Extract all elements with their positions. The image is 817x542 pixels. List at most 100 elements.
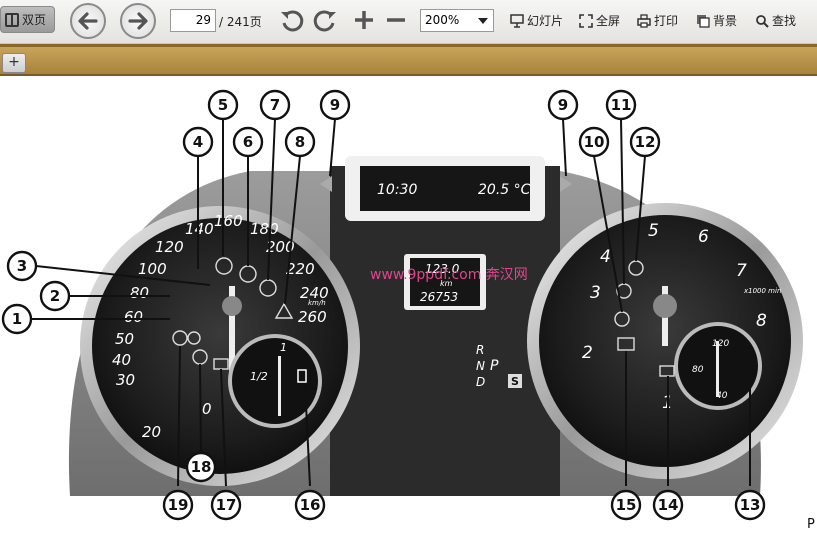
slideshow-label: 幻灯片	[527, 14, 564, 28]
callout: 13	[734, 489, 766, 521]
speed-label: 220	[286, 260, 315, 278]
tachometer: 1 2 3 4 5 6 7 8 x1000 min 120 80 40	[527, 203, 803, 479]
speed-label: 260	[298, 308, 327, 326]
zoom-value: 200%	[425, 13, 460, 27]
callout: 17	[210, 489, 242, 521]
svg-text:9: 9	[330, 96, 340, 114]
speedometer: 20 0 30 40 50 60 80 100 120 140 160 180 …	[80, 206, 360, 486]
speed-label: 80	[130, 284, 149, 302]
gear-p: P	[490, 358, 499, 374]
slideshow-icon	[510, 13, 524, 28]
callout: 3	[6, 250, 38, 282]
temp-label: 120	[712, 339, 729, 349]
document-page: 20 0 30 40 50 60 80 100 120 140 160 180 …	[0, 76, 817, 542]
rpm-label: 6	[698, 227, 709, 247]
rpm-label: 4	[600, 247, 611, 267]
speed-label: 60	[124, 308, 143, 326]
print-button[interactable]: 打印	[637, 12, 678, 29]
svg-text:13: 13	[740, 496, 761, 514]
callout: 9	[319, 89, 351, 121]
page-number-input[interactable]: 29	[170, 9, 216, 32]
speed-label: 30	[116, 371, 135, 389]
zoom-in-button[interactable]	[350, 6, 378, 34]
rpm-label: 3	[590, 283, 601, 303]
svg-text:14: 14	[658, 496, 679, 514]
rotate-right-button[interactable]	[311, 6, 339, 34]
find-button[interactable]: 查找	[755, 12, 796, 29]
toolbar: 双页 29 / 241页 200% 幻灯片 全屏 打印 背景 查找	[0, 0, 817, 44]
instrument-cluster-figure: 20 0 30 40 50 60 80 100 120 140 160 180 …	[1, 89, 815, 532]
callout: 9	[547, 89, 579, 121]
double-page-label: 双页	[22, 13, 47, 27]
callout: 19	[162, 489, 194, 521]
tab-bar: +	[0, 44, 817, 76]
rpm-label: 7	[736, 261, 747, 281]
rpm-unit: x1000 min	[743, 287, 781, 295]
zoom-out-button[interactable]	[382, 6, 410, 34]
callout: 14	[652, 489, 684, 521]
minus-icon	[387, 18, 405, 22]
svg-text:9: 9	[558, 96, 568, 114]
chevron-down-icon	[478, 18, 488, 24]
callout: 1	[1, 303, 33, 335]
svg-text:17: 17	[216, 496, 237, 514]
speed-label: 100	[138, 260, 167, 278]
arrow-left-icon	[78, 12, 98, 30]
temp-label: 80	[692, 365, 704, 375]
rpm-label: 5	[648, 221, 659, 241]
zoom-select[interactable]: 200%	[420, 9, 494, 32]
search-icon	[756, 14, 769, 28]
callout: 12	[629, 126, 661, 158]
pdf-viewer: 双页 29 / 241页 200% 幻灯片 全屏 打印 背景 查找 + 20 0…	[0, 0, 817, 542]
svg-text:6: 6	[243, 133, 253, 151]
svg-text:7: 7	[270, 96, 280, 114]
page-total: / 241页	[219, 15, 262, 29]
fuel-label: 1	[280, 341, 287, 354]
watermark: www.9ppdf.com 奔汉网	[370, 267, 528, 283]
callout: 7	[259, 89, 291, 121]
svg-text:19: 19	[168, 496, 189, 514]
gear-mode: S	[511, 375, 519, 388]
arrow-right-icon	[128, 12, 148, 30]
needle-hub	[653, 294, 677, 318]
background-button[interactable]: 背景	[696, 12, 737, 29]
svg-text:1: 1	[12, 310, 22, 328]
callout: 4	[182, 126, 214, 158]
svg-text:3: 3	[17, 257, 27, 275]
svg-text:15: 15	[616, 496, 637, 514]
callout: 16	[294, 489, 326, 521]
speed-label: 140	[185, 220, 214, 238]
slideshow-button[interactable]: 幻灯片	[510, 12, 563, 29]
temp-needle	[716, 341, 719, 397]
speed-label: 0	[202, 400, 212, 418]
next-page-button[interactable]	[120, 3, 156, 39]
rpm-label: 8	[756, 311, 767, 331]
gear-r: R	[476, 343, 484, 357]
callout: 6	[232, 126, 264, 158]
callout: 2	[39, 280, 71, 312]
speed-label: 20	[142, 423, 161, 441]
display-temperature: 20.5 °C	[478, 182, 531, 198]
svg-text:12: 12	[635, 133, 656, 151]
background-label: 背景	[713, 14, 738, 28]
callout: 8	[284, 126, 316, 158]
svg-text:11: 11	[611, 96, 632, 114]
print-label: 打印	[654, 14, 679, 28]
rotate-left-button[interactable]	[278, 6, 306, 34]
display-time: 10:30	[377, 182, 417, 198]
speed-label: 40	[112, 351, 131, 369]
double-page-button[interactable]: 双页	[0, 6, 55, 33]
svg-text:4: 4	[193, 133, 203, 151]
svg-text:5: 5	[218, 96, 228, 114]
gear-d: D	[476, 375, 485, 389]
background-icon	[697, 14, 710, 28]
speed-label: 50	[115, 330, 134, 348]
speed-unit: km/h	[308, 299, 326, 307]
previous-page-button[interactable]	[70, 3, 106, 39]
fullscreen-button[interactable]: 全屏	[579, 12, 620, 29]
rotate-cw-icon	[313, 10, 336, 32]
svg-text:10: 10	[584, 133, 605, 151]
add-tab-button[interactable]: +	[2, 53, 26, 73]
speed-label: 120	[155, 238, 184, 256]
find-label: 查找	[772, 14, 797, 28]
